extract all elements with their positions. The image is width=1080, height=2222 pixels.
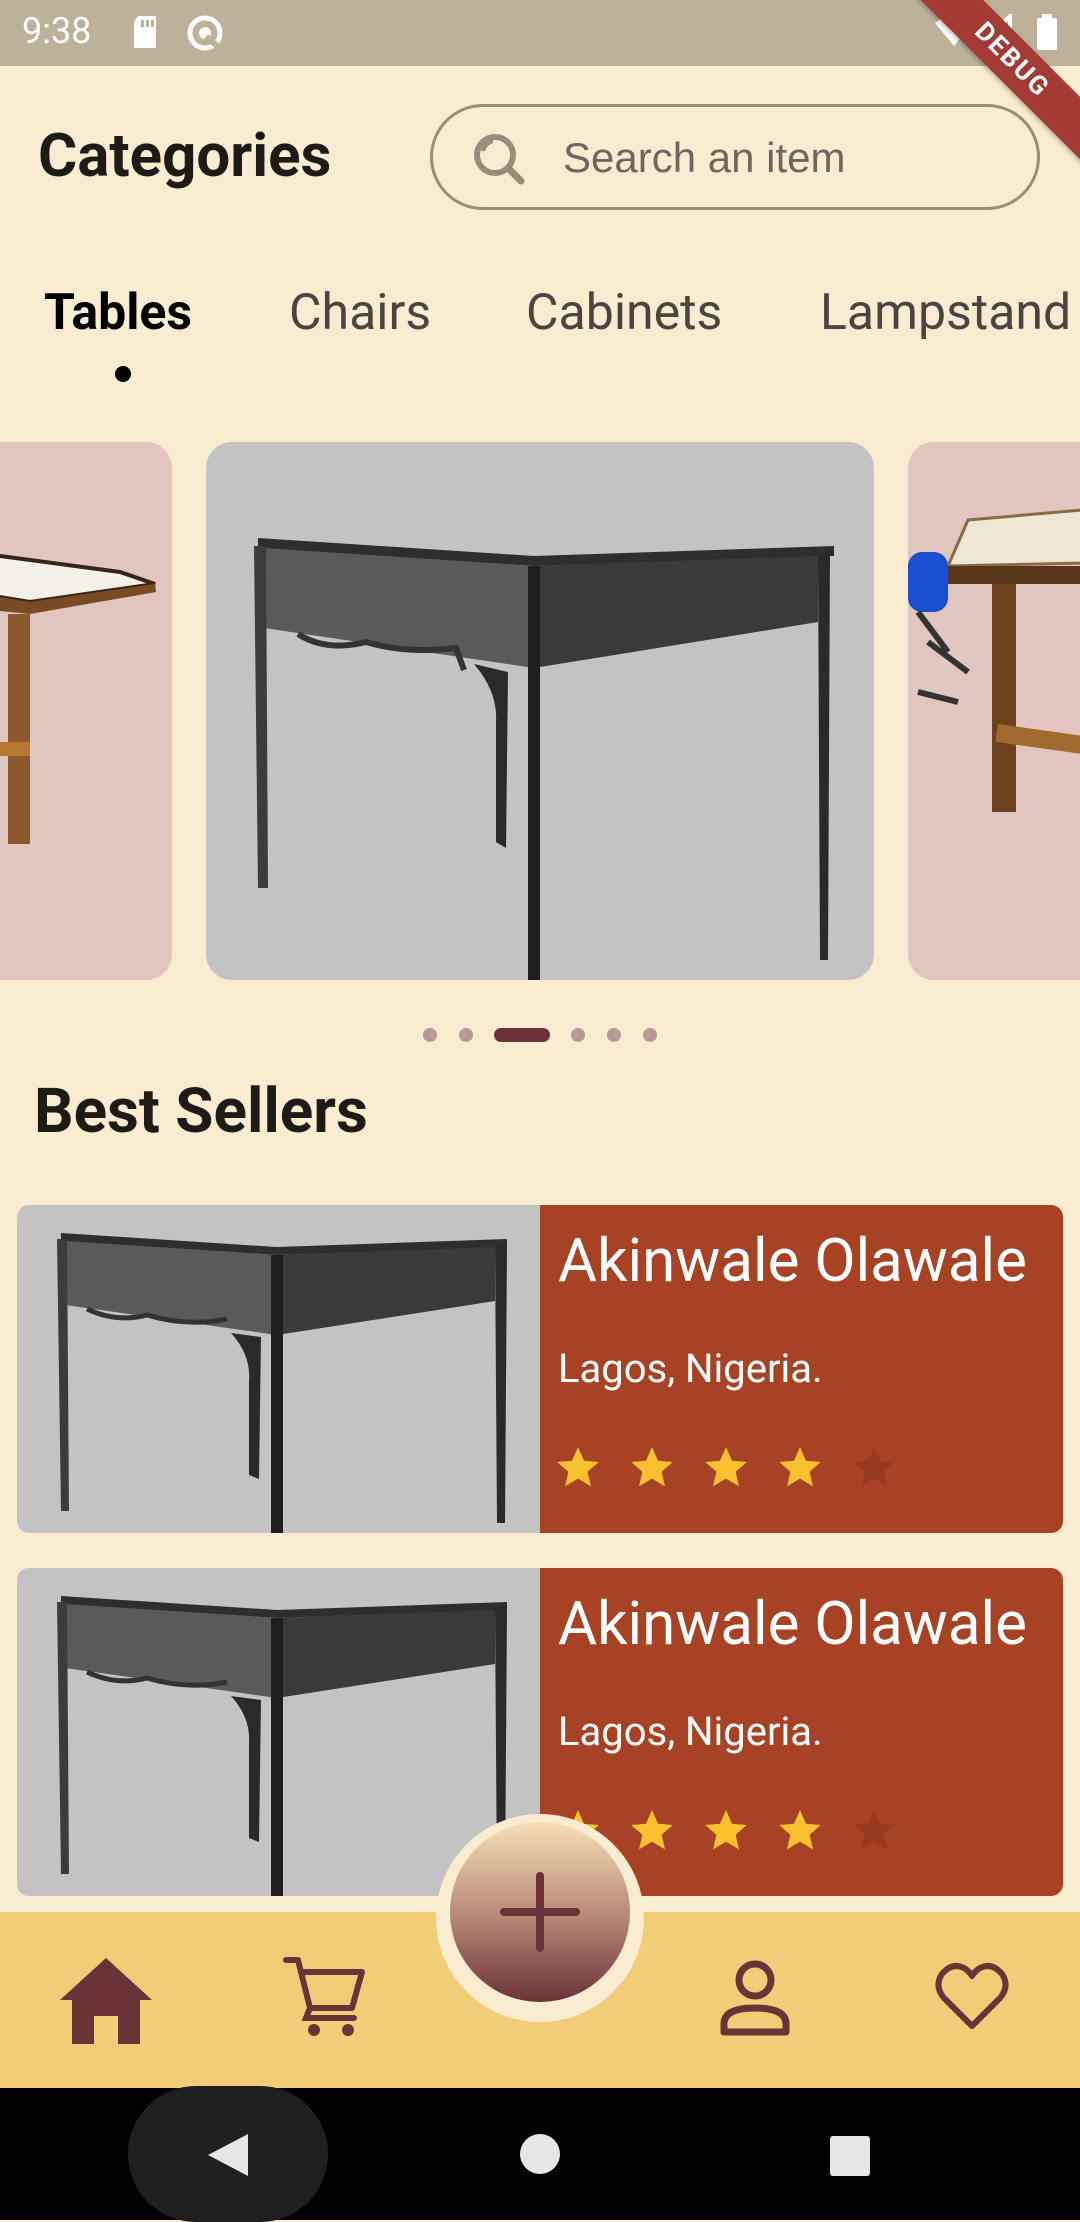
wooden-table-image (0, 553, 156, 844)
page-dot[interactable] (607, 1028, 621, 1042)
best-seller-card[interactable]: Akinwale Olawale Lagos, Nigeria. (17, 1205, 1063, 1533)
page-dot-active[interactable] (494, 1028, 550, 1042)
seller-info-panel: Akinwale Olawale Lagos, Nigeria. (540, 1205, 1063, 1533)
tab-lampstand[interactable]: Lampstand (820, 284, 1071, 342)
recents-icon[interactable] (828, 2134, 872, 2178)
search-input[interactable] (561, 125, 1005, 191)
active-tab-indicator (115, 366, 131, 382)
star-filled-icon (705, 1447, 747, 1487)
home-icon[interactable] (58, 1954, 154, 2046)
page-dot[interactable] (643, 1028, 657, 1042)
sync-icon (187, 15, 223, 51)
carousel-card-next[interactable] (908, 442, 1080, 980)
metal-table-image (254, 538, 834, 980)
star-empty-icon (853, 1447, 895, 1487)
cart-icon[interactable] (282, 1954, 366, 2038)
search-bar[interactable] (430, 104, 1040, 210)
back-icon[interactable] (202, 2130, 252, 2180)
status-time: 9:38 (22, 10, 92, 52)
page-title: Categories (38, 120, 332, 191)
tab-chairs[interactable]: Chairs (289, 284, 431, 342)
star-filled-icon (705, 1810, 747, 1850)
seller-location: Lagos, Nigeria. (558, 1345, 823, 1392)
seller-name: Akinwale Olawale (558, 1225, 1027, 1296)
profile-icon[interactable] (718, 1958, 792, 2038)
tab-cabinets[interactable]: Cabinets (526, 284, 722, 342)
search-icon (474, 134, 525, 185)
sd-card-icon (134, 16, 156, 48)
plus-icon (500, 1872, 580, 1952)
carousel-card-current[interactable] (206, 442, 874, 980)
star-filled-icon (631, 1810, 673, 1850)
seller-name: Akinwale Olawale (558, 1588, 1027, 1659)
status-bar: 9:38 DEBUG (0, 0, 1080, 175)
page-dot[interactable] (423, 1028, 437, 1042)
star-filled-icon (557, 1447, 599, 1487)
carousel-card-previous[interactable] (0, 442, 172, 980)
add-button[interactable] (450, 1822, 630, 2002)
heart-icon[interactable] (934, 1960, 1010, 2032)
star-filled-icon (631, 1447, 673, 1487)
product-image (17, 1205, 540, 1533)
home-circle-icon[interactable] (518, 2132, 562, 2176)
star-empty-icon (853, 1810, 895, 1850)
page-dot[interactable] (459, 1028, 473, 1042)
star-filled-icon (779, 1810, 821, 1850)
drafting-table-image (908, 508, 1080, 812)
page-dot[interactable] (571, 1028, 585, 1042)
star-filled-icon (779, 1447, 821, 1487)
seller-location: Lagos, Nigeria. (558, 1708, 823, 1755)
battery-icon (1037, 14, 1057, 50)
section-title-best-sellers: Best Sellers (34, 1075, 368, 1148)
tab-tables[interactable]: Tables (44, 284, 192, 342)
